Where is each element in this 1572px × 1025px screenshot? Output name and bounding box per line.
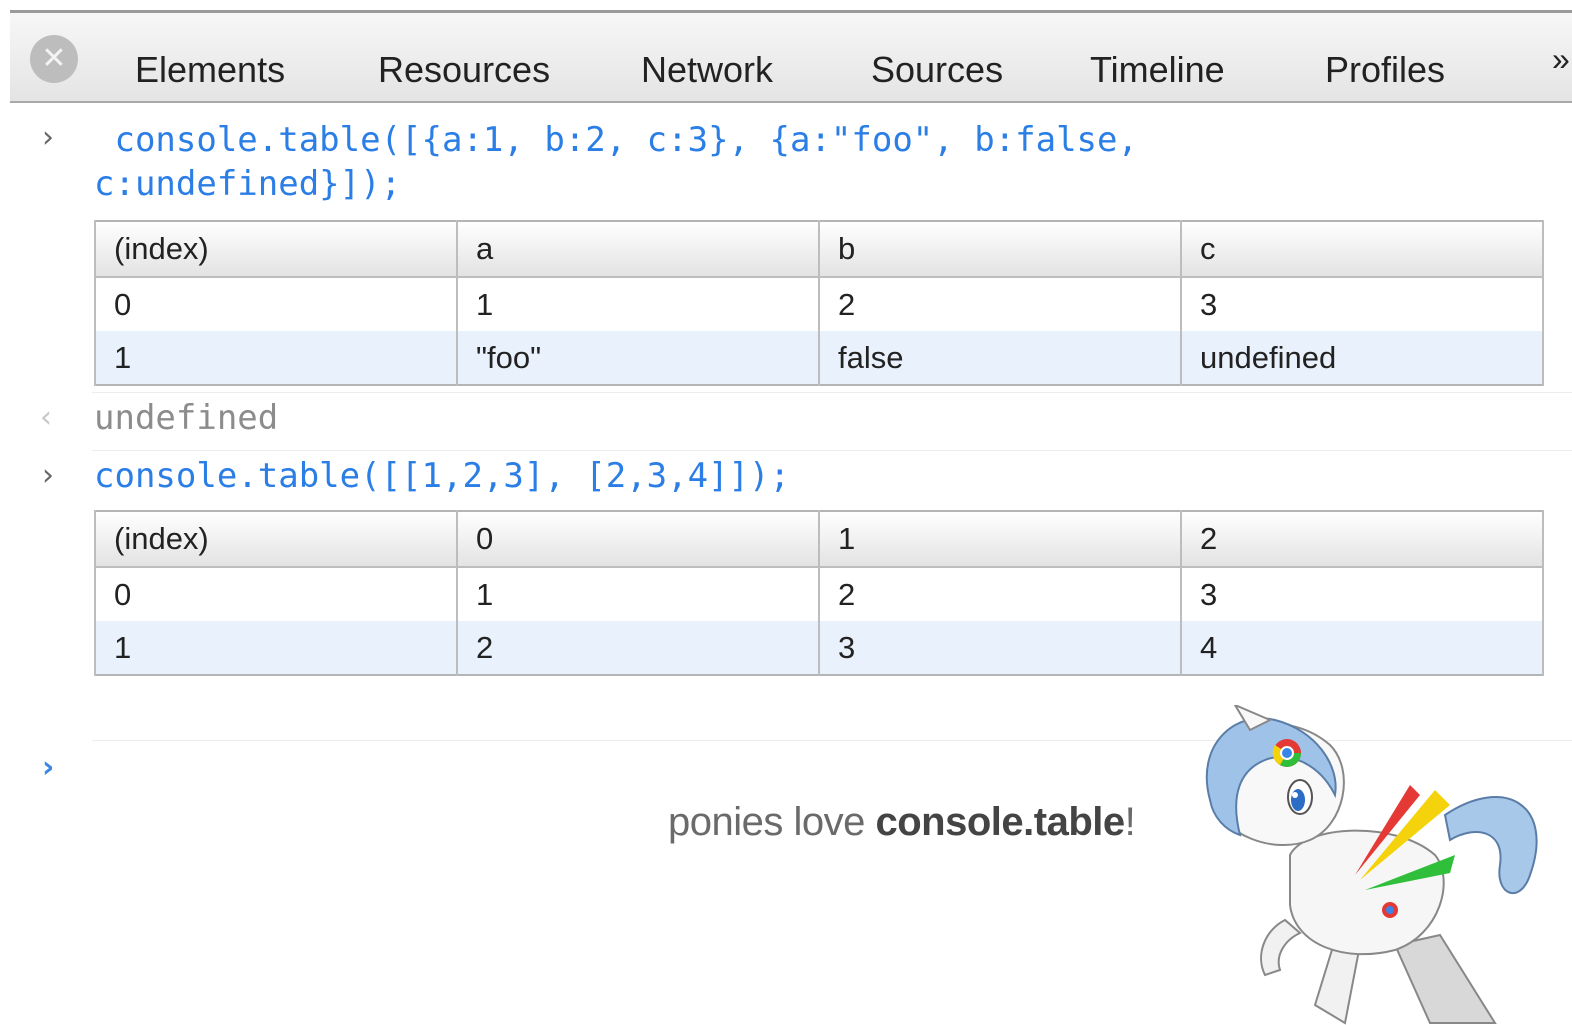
table-cell: 2 (818, 567, 1182, 621)
column-header[interactable]: a (456, 221, 820, 278)
column-header[interactable]: (index) (94, 221, 458, 278)
tab-network[interactable]: Network (641, 49, 773, 91)
console-table: (index) a b c 0 1 2 3 1 "foo" false unde… (94, 220, 1544, 386)
tab-profiles[interactable]: Profiles (1325, 49, 1445, 91)
column-header[interactable]: (index) (94, 511, 458, 568)
table-cell: "foo" (456, 331, 820, 385)
devtools-toolbar: ✕ Elements Resources Network Sources Tim… (10, 13, 1572, 103)
table-cell: 1 (456, 277, 820, 331)
table-cell: 3 (1180, 277, 1544, 331)
caption-prefix: ponies love (668, 800, 876, 844)
tab-resources[interactable]: Resources (378, 49, 550, 91)
result-arrow-icon: ‹ (40, 400, 52, 435)
column-header[interactable]: 2 (1180, 511, 1544, 568)
tab-elements[interactable]: Elements (135, 49, 285, 91)
table-row: 1 2 3 4 (94, 621, 1544, 675)
caption-emphasis: console.table (875, 800, 1125, 844)
table-cell: 0 (94, 277, 458, 331)
console-input[interactable] (94, 748, 654, 792)
table-header-row: (index) a b c (94, 221, 1544, 278)
table-cell: 3 (818, 621, 1182, 675)
caption-text: ponies love console.table! (668, 800, 1136, 845)
close-devtools-button[interactable]: ✕ (30, 35, 78, 83)
table-cell: 2 (456, 621, 820, 675)
table-cell: 1 (94, 331, 458, 385)
tab-sources[interactable]: Sources (871, 49, 1003, 91)
column-header[interactable]: 1 (818, 511, 1182, 568)
console-table: (index) 0 1 2 0 1 2 3 1 2 3 4 (94, 510, 1544, 676)
console-command[interactable]: console.table([{a:1, b:2, c:3}, {a:"foo"… (94, 118, 1138, 162)
column-header[interactable]: b (818, 221, 1182, 278)
table-cell: 1 (94, 621, 458, 675)
table-header-row: (index) 0 1 2 (94, 511, 1544, 568)
input-prompt-icon: › (42, 120, 54, 155)
table-cell: false (818, 331, 1182, 385)
table-cell: 4 (1180, 621, 1544, 675)
table-cell: 3 (1180, 567, 1544, 621)
input-prompt-icon: › (42, 750, 55, 785)
caption-suffix: ! (1124, 800, 1136, 844)
row-divider (92, 450, 1572, 451)
table-cell: 0 (94, 567, 458, 621)
console-command-continued[interactable]: c:undefined}]); (94, 162, 401, 206)
console-result[interactable]: undefined (94, 398, 278, 438)
pony-illustration (1205, 705, 1538, 1025)
table-cell: 1 (456, 567, 820, 621)
more-tabs-button[interactable]: » (1552, 41, 1570, 78)
column-header[interactable]: 0 (456, 511, 820, 568)
table-row: 1 "foo" false undefined (94, 331, 1544, 385)
console-command[interactable]: console.table([[1,2,3], [2,3,4]]); (94, 454, 790, 498)
table-row: 0 1 2 3 (94, 567, 1544, 621)
row-divider (92, 392, 1572, 393)
table-cell: undefined (1180, 331, 1544, 385)
tab-timeline[interactable]: Timeline (1090, 49, 1225, 91)
input-prompt-icon: › (42, 458, 54, 493)
table-row: 0 1 2 3 (94, 277, 1544, 331)
table-cell: 2 (818, 277, 1182, 331)
column-header[interactable]: c (1180, 221, 1544, 278)
